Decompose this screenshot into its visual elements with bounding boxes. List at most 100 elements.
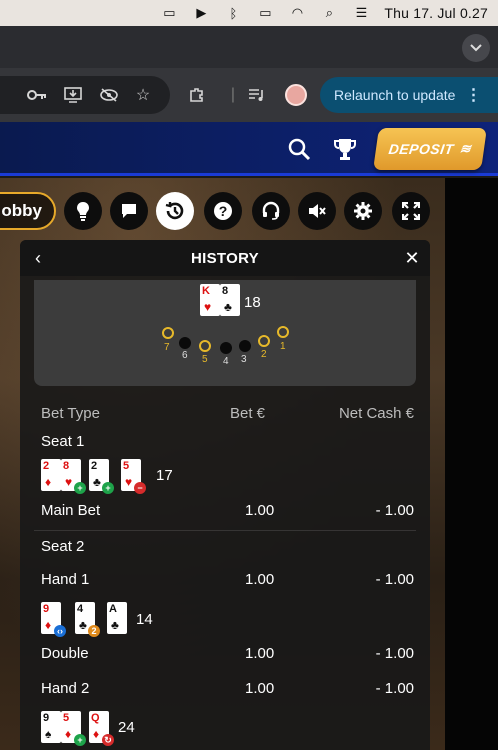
battery-icon[interactable]: ▭ [256,5,274,20]
dealer-hand-summary: K ♥ 8 ♣ 18 7 6 5 4 3 2 1 [34,280,416,386]
history-button[interactable] [156,192,194,230]
history-icon [165,202,184,220]
history-title: HISTORY [191,249,259,267]
spotlight-search-icon[interactable]: ⌕ [320,5,338,20]
card-rank: A [109,603,117,615]
main-bet-net: - 1.00 [375,502,414,519]
play-icon[interactable]: ▶ [192,5,210,20]
macos-menubar: ▭ ▶ ᛒ ▭ ◠ ⌕ ☰ Thu 17. Jul 0.27 [0,0,498,26]
hit-plus-icon: + [74,482,86,494]
back-chevron-icon[interactable]: ‹ [28,248,48,268]
card-suit: ♦ [45,618,52,632]
card-suit: ♦ [65,727,72,741]
row-divider [34,530,416,531]
seat-1-number: 1 [280,341,286,352]
hand-2-card-1: 9 ♠ [41,711,61,743]
relaunch-to-update-button[interactable]: Relaunch to update ⋮ [320,77,498,113]
site-header: DEPOSIT ≋ [0,122,498,176]
profile-avatar[interactable] [285,84,307,106]
history-panel-header: ‹ HISTORY ✕ [20,240,430,276]
hand-1-net: - 1.00 [375,571,414,588]
browser-toolbar: ☆ | Relaunch to update ⋮ [0,68,498,122]
column-net-cash: Net Cash € [338,405,414,422]
card-rank: 2 [91,460,98,472]
hand-1-label: Hand 1 [41,571,90,588]
seat-5-number: 5 [202,354,208,365]
hit-plus-icon: + [102,482,114,494]
fullscreen-button[interactable] [392,192,430,230]
extensions-icon[interactable] [186,85,208,105]
wifi-icon[interactable]: ◠ [288,5,306,20]
right-black-bar [445,178,498,750]
chat-icon [122,204,136,218]
card-rank: 9 [43,712,50,724]
seat-2-label: Seat 2 [41,538,85,555]
coins-icon: ≋ [458,141,473,156]
menubar-clock[interactable]: Thu 17. Jul 0.27 [384,5,488,21]
column-bet: Bet € [230,405,266,422]
toolbar-divider: | [230,86,236,103]
card-suit: ♥ [204,300,212,314]
key-icon[interactable] [26,85,48,105]
split-icon: ‹› [54,625,66,637]
card-rank: Q [91,712,100,724]
control-center-icon[interactable]: ☰ [352,5,370,20]
bookmark-star-icon[interactable]: ☆ [132,85,154,105]
seat-3-number: 3 [241,354,247,365]
seat-6-number: 6 [182,350,188,361]
hand-2-card-3: Q ♦ ↻ [89,711,114,746]
hand-2-card-2: 5 ♦ + [61,711,86,746]
tab-search-button[interactable] [462,34,490,62]
lobby-button[interactable]: obby [0,192,56,230]
hand-2-total: 24 [118,719,135,736]
display-icon[interactable]: ▭ [160,5,178,20]
lightbulb-icon [77,202,89,221]
help-button[interactable]: ? [204,192,242,230]
seat-1-card-3: 2 ♣ + [89,459,114,494]
double-bet: 1.00 [245,645,275,662]
install-app-icon[interactable] [62,85,84,105]
close-icon[interactable]: ✕ [402,248,422,268]
card-suit: ♥ [65,475,73,489]
card-rank: 5 [63,712,70,724]
seat-1-total: 17 [156,467,173,484]
card-suit: ♠ [45,727,52,741]
more-vert-icon[interactable]: ⋮ [465,85,481,105]
dealer-card-1: K ♥ [200,284,220,316]
card-suit: ♦ [93,727,100,741]
bust-icon: ↻ [102,734,114,746]
eye-off-icon[interactable] [98,85,120,105]
main-bet-value: 1.00 [245,502,275,519]
trophy-icon[interactable] [332,136,358,162]
volume-mute-icon [309,204,326,218]
chat-button[interactable] [110,192,148,230]
hit-plus-icon: + [74,734,86,746]
deposit-button[interactable]: DEPOSIT ≋ [373,128,487,170]
settings-button[interactable] [344,192,382,230]
gear-icon [354,202,372,220]
seat-4-marker [220,342,232,354]
media-controls-icon[interactable] [246,85,268,105]
card-suit: ♣ [224,300,232,314]
seat-2-number: 2 [261,349,267,360]
deposit-label: DEPOSIT [387,141,455,157]
card-rank: 8 [222,285,229,297]
support-button[interactable] [252,192,290,230]
seat-3-marker [239,340,251,352]
headset-icon [262,201,280,220]
stand-minus-icon: − [134,482,146,494]
seat-2-marker [258,335,270,347]
seat-6-marker [179,337,191,349]
column-bet-type: Bet Type [41,405,100,422]
svg-text:?: ? [219,203,228,219]
search-icon[interactable] [286,136,312,162]
hand-2-net: - 1.00 [375,680,414,697]
card-rank: 8 [63,460,70,472]
card-rank: K [202,285,210,297]
tips-button[interactable] [64,192,102,230]
double-label: Double [41,645,89,662]
bluetooth-icon[interactable]: ᛒ [224,6,242,21]
mute-button[interactable] [298,192,336,230]
double-icon: 2 [88,625,100,637]
seat-4-number: 4 [223,356,229,367]
